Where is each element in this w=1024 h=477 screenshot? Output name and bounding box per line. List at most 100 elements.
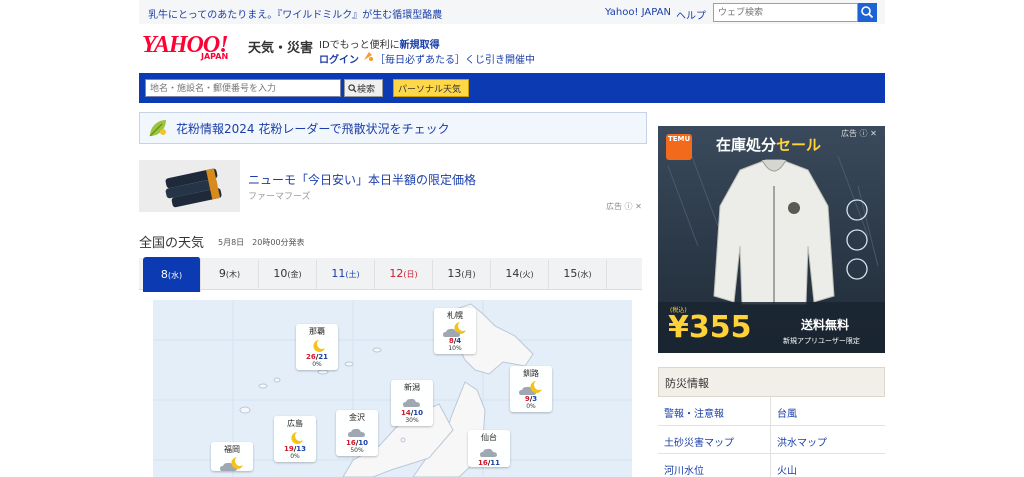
pollen-banner-text[interactable]: 花粉情報2024 花粉レーダーで飛散状況をチェック — [176, 120, 450, 137]
web-search-button[interactable] — [858, 3, 877, 22]
day-tab-weekday: (水) — [577, 270, 592, 279]
city-card[interactable]: 札幌 8/4 10% — [434, 308, 476, 354]
day-tab[interactable]: 11(土) — [317, 260, 375, 290]
weather-icon — [211, 455, 253, 471]
day-tab-date: 15 — [563, 267, 578, 280]
service-name[interactable]: 天気・災害 — [248, 37, 313, 56]
low-temp: 4 — [456, 337, 462, 345]
city-temp: 16/11 — [477, 459, 501, 467]
typhoon-link[interactable]: 台風 — [777, 405, 797, 420]
yahoo-logo-sub: JAPAN — [201, 52, 229, 61]
day-tab[interactable]: 12(日) — [375, 260, 433, 290]
precip-prob: 0% — [526, 403, 536, 410]
city-temp: 19/13 — [283, 445, 307, 453]
low-temp: 21 — [318, 353, 329, 361]
city-card[interactable]: 広島 19/13 0% — [274, 416, 316, 462]
ad-label[interactable]: 広告 ⓘ ✕ — [606, 201, 642, 212]
high-temp: 16 — [345, 439, 356, 447]
weather-map[interactable]: 那覇 26/21 0% 札幌 8/4 10% 釧路 9/3 0% 新潟 14/10 30% 広島 19/1… — [153, 300, 632, 477]
city-name: 新潟 — [404, 383, 420, 392]
day-tab-weekday: (水) — [167, 271, 183, 280]
side-ad-price: ¥355 — [668, 310, 752, 345]
weekday-label: 火 — [522, 270, 531, 279]
day-tab-date: 13 — [447, 267, 462, 280]
city-temp: 26/21 — [305, 353, 329, 361]
weekday-label: 水 — [580, 270, 589, 279]
volcano-link[interactable]: 火山 — [777, 462, 797, 477]
weather-icon — [274, 429, 316, 445]
close-icon[interactable]: ✕ — [870, 129, 877, 138]
low-temp: 11 — [490, 459, 501, 467]
day-tab[interactable]: 15(水) — [549, 260, 607, 290]
promo-link[interactable]: 乳牛にとってのあたりまえ。『ワイルドミルク』が生む循環型酪農 — [148, 6, 442, 21]
day-tab-date: 11 — [331, 267, 346, 280]
low-temp: 3 — [532, 395, 538, 403]
side-ad-label[interactable]: 広告 ⓘ ✕ — [841, 128, 877, 139]
search-icon — [861, 6, 874, 19]
weekday-label: 月 — [464, 270, 473, 279]
city-name: 金沢 — [349, 413, 365, 422]
lottery-link[interactable]: ［毎日必ずあたる］くじ引き開催中 — [375, 51, 535, 66]
id-promo-text: IDでもっと便利に — [319, 40, 400, 51]
city-card[interactable]: 新潟 14/10 30% — [391, 380, 433, 426]
precip-prob: 10% — [448, 345, 462, 352]
city-card[interactable]: 仙台 16/11 — [468, 430, 510, 467]
divider — [658, 453, 885, 454]
city-card[interactable]: 福岡 — [211, 442, 253, 471]
high-temp: 9 — [524, 395, 530, 403]
landslide-map-link[interactable]: 土砂災害マップ — [664, 434, 734, 449]
city-card[interactable]: 釧路 9/3 0% — [510, 366, 552, 412]
day-tab-weekday: (金) — [287, 270, 302, 279]
day-tab[interactable]: 10(金) — [259, 260, 317, 290]
day-tab-date: 8 — [160, 268, 168, 281]
day-tab[interactable]: 14(火) — [491, 260, 549, 290]
day-tab[interactable]: 9(木) — [201, 260, 259, 290]
location-search-button[interactable]: 検索 — [344, 79, 383, 97]
flood-map-link[interactable]: 洪水マップ — [777, 434, 827, 449]
day-tab-date: 10 — [273, 267, 288, 280]
side-ad-shipping: 送料無料 — [801, 318, 850, 332]
location-search-input[interactable] — [145, 79, 341, 97]
weather-icon — [296, 337, 338, 353]
low-temp: 13 — [296, 445, 307, 453]
side-ad-title-prefix: 在庫処分 — [716, 136, 777, 154]
day-tab[interactable]: 8(水) — [143, 257, 201, 292]
ad-product-image — [139, 160, 240, 212]
announce-time: 5月8日 20時00分発表 — [218, 238, 305, 247]
weather-icon — [510, 379, 552, 395]
river-level-link[interactable]: 河川水位 — [664, 462, 704, 477]
pollen-leaf-icon — [149, 120, 166, 137]
city-temp: 8/4 — [448, 337, 462, 345]
weather-icon — [434, 321, 476, 337]
info-icon[interactable]: ⓘ — [860, 129, 868, 138]
city-card[interactable]: 金沢 16/10 50% — [336, 410, 378, 456]
side-ad-note: 新規アプリユーザー限定 — [783, 337, 860, 345]
low-temp: 10 — [413, 409, 424, 417]
city-temp: 16/10 — [345, 439, 369, 447]
day-tab-date: 9 — [218, 267, 226, 280]
personal-weather-button[interactable]: パーソナル天気 — [393, 79, 469, 97]
city-card[interactable]: 那覇 26/21 0% — [296, 324, 338, 370]
divider — [658, 425, 885, 426]
city-name: 仙台 — [481, 433, 497, 442]
high-temp: 8 — [448, 337, 454, 345]
day-tab-weekday: (火) — [519, 270, 534, 279]
side-ad-title: 在庫処分セール — [716, 134, 821, 155]
info-icon[interactable]: ⓘ — [625, 202, 633, 211]
ad-title-link[interactable]: ニューモ「今日安い」本日半額の限定価格 — [248, 171, 476, 188]
web-search-input[interactable] — [713, 3, 858, 22]
high-temp: 19 — [283, 445, 294, 453]
login-link[interactable]: ログイン — [319, 51, 359, 66]
yahoo-japan-link[interactable]: Yahoo! JAPAN — [605, 7, 671, 18]
warnings-link[interactable]: 警報・注意報 — [664, 405, 724, 420]
search-icon — [348, 84, 357, 93]
ad-sponsor: ファーマフーズ — [248, 192, 311, 202]
help-link[interactable]: ヘルプ — [676, 7, 706, 22]
id-promo: IDでもっと便利に新規取得 — [319, 36, 440, 51]
ad-image[interactable] — [139, 160, 240, 212]
close-icon[interactable]: ✕ — [635, 202, 642, 211]
day-tab[interactable]: 13(月) — [433, 260, 491, 290]
low-temp: 10 — [358, 439, 369, 447]
register-link[interactable]: 新規取得 — [400, 40, 440, 51]
city-name: 札幌 — [447, 311, 463, 320]
